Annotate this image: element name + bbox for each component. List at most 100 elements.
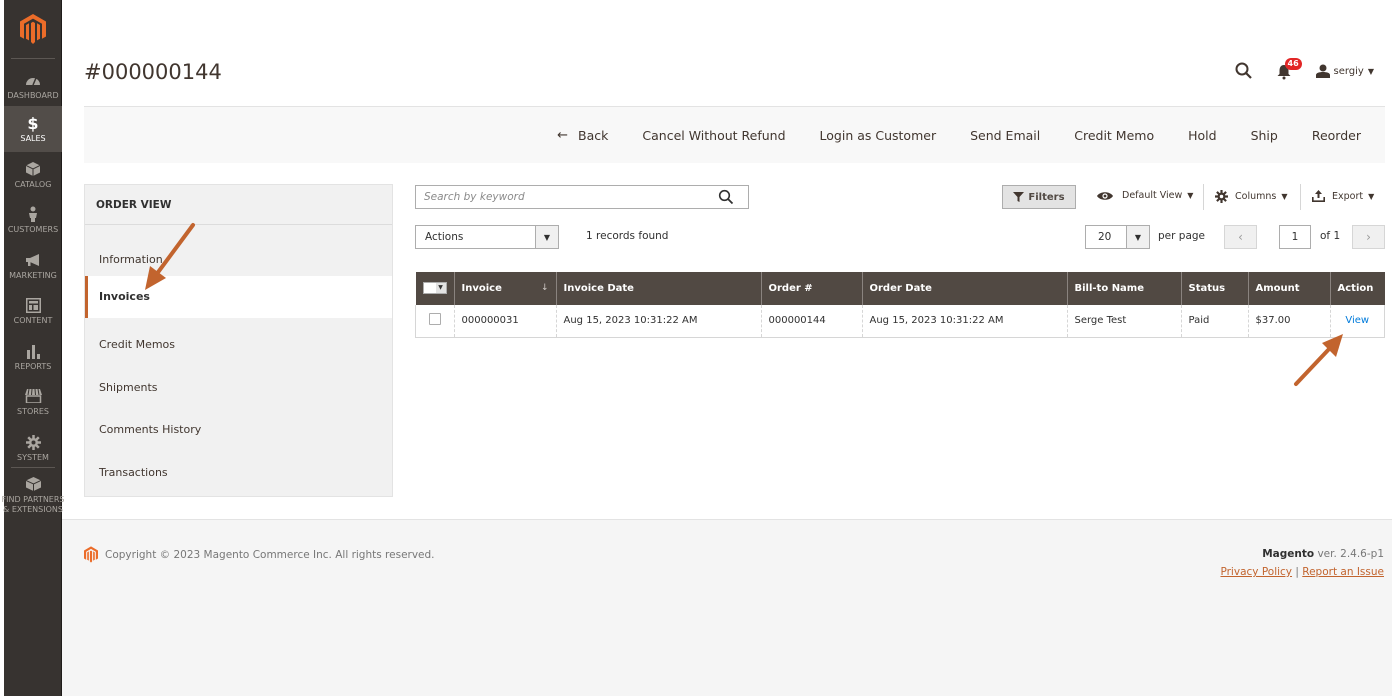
notifications-button[interactable]: 46 xyxy=(1276,58,1302,81)
per-page-select[interactable]: 20 ▼ xyxy=(1085,225,1150,249)
copyright: Copyright © 2023 Magento Commerce Inc. A… xyxy=(84,546,435,563)
user-icon xyxy=(1315,64,1330,78)
default-view-label: Default View xyxy=(1122,190,1183,201)
admin-sidebar: DASHBOARD $ SALES CATALOG CUSTOMERS MARK… xyxy=(2,0,65,696)
chevron-down-icon: ▼ xyxy=(1367,66,1374,76)
nav-item-catalog[interactable]: CATALOG xyxy=(4,152,62,198)
search-icon[interactable] xyxy=(718,189,734,205)
annotation-arrow-view xyxy=(1294,334,1343,386)
tab-comments-history[interactable]: Comments History xyxy=(85,409,392,451)
reorder-button[interactable]: Reorder xyxy=(1312,128,1361,143)
ship-button[interactable]: Ship xyxy=(1251,128,1278,143)
cell-bill-to-name: Serge Test xyxy=(1066,305,1181,338)
cell-order-date: Aug 15, 2023 10:31:22 AM xyxy=(861,305,1067,338)
nav-label: MARKETING xyxy=(9,271,57,280)
export-dropdown[interactable]: Export ▼ xyxy=(1312,190,1374,202)
records-found: 1 records found xyxy=(586,230,669,242)
chevron-down-icon: ▼ xyxy=(435,282,446,293)
tab-shipments[interactable]: Shipments xyxy=(85,367,392,409)
magento-logo-icon xyxy=(20,14,46,44)
column-header-bill-to-name[interactable]: Bill-to Name xyxy=(1066,272,1181,305)
global-search-icon[interactable] xyxy=(1234,61,1254,81)
footer-links: Privacy Policy | Report an Issue xyxy=(1220,566,1384,578)
tab-information[interactable]: Information xyxy=(85,239,392,281)
default-view-dropdown[interactable]: Default View ▼ xyxy=(1097,190,1193,201)
back-label: Back xyxy=(578,127,609,143)
layout-icon xyxy=(25,297,41,313)
dashboard-gauge-icon xyxy=(26,77,40,86)
actions-label: Actions xyxy=(425,231,464,243)
nav-separator xyxy=(11,58,55,59)
cell-status: Paid xyxy=(1180,305,1248,338)
eye-icon xyxy=(1097,191,1113,200)
hold-button[interactable]: Hold xyxy=(1188,128,1216,143)
gear-icon xyxy=(25,434,41,450)
magento-logo[interactable] xyxy=(4,14,62,46)
nav-item-sales[interactable]: $ SALES xyxy=(4,106,62,152)
nav-item-system[interactable]: SYSTEM xyxy=(4,425,62,471)
tab-invoices[interactable]: Invoices xyxy=(85,276,392,318)
column-header-invoice-date[interactable]: Invoice Date xyxy=(555,272,761,305)
login-as-customer-button[interactable]: Login as Customer xyxy=(820,128,937,143)
back-button[interactable]: ← Back xyxy=(557,128,608,143)
send-email-button[interactable]: Send Email xyxy=(970,128,1040,143)
grid-header-row: ▼ Invoice ↓ Invoice Date Order # Order Da… xyxy=(415,272,1385,305)
username: sergiy xyxy=(1333,65,1364,77)
row-checkbox[interactable] xyxy=(428,313,441,326)
column-label: Invoice xyxy=(461,283,502,294)
keyword-search-input[interactable]: Search by keyword xyxy=(415,185,749,209)
version-info: Magento ver. 2.4.6-p1 xyxy=(1262,548,1384,560)
chevron-down-icon: ▼ xyxy=(1126,226,1149,248)
page-footer: Copyright © 2023 Magento Commerce Inc. A… xyxy=(62,519,1392,696)
nav-label: CUSTOMERS xyxy=(7,225,59,234)
tab-transactions[interactable]: Transactions xyxy=(85,452,392,494)
row-select-cell xyxy=(415,305,454,338)
user-menu[interactable]: sergiy ▼ xyxy=(1315,64,1374,78)
filters-button[interactable]: Filters xyxy=(1002,185,1076,209)
credit-memo-button[interactable]: Credit Memo xyxy=(1074,128,1154,143)
table-row[interactable]: 000000031 Aug 15, 2023 10:31:22 AM 00000… xyxy=(415,305,1385,338)
column-header-status[interactable]: Status xyxy=(1180,272,1248,305)
nav-item-customers[interactable]: CUSTOMERS xyxy=(4,197,62,243)
nav-item-stores[interactable]: STORES xyxy=(4,379,62,425)
cancel-without-refund-button[interactable]: Cancel Without Refund xyxy=(642,128,785,143)
mass-select-header[interactable]: ▼ xyxy=(415,272,454,305)
columns-dropdown[interactable]: Columns ▼ xyxy=(1215,190,1288,203)
cell-invoice: 000000031 xyxy=(453,305,556,338)
nav-item-find-partners[interactable]: FIND PARTNERS & EXTENSIONS xyxy=(2,472,65,518)
tab-credit-memos[interactable]: Credit Memos xyxy=(85,324,392,366)
next-page-button[interactable]: › xyxy=(1352,225,1385,249)
nav-label: SYSTEM xyxy=(17,453,49,462)
nav-label: SALES xyxy=(20,134,46,143)
total-pages: of 1 xyxy=(1320,230,1341,242)
copyright-text: Copyright © 2023 Magento Commerce Inc. A… xyxy=(105,548,435,561)
mass-select-checkbox[interactable]: ▼ xyxy=(422,281,447,294)
mass-actions-select[interactable]: Actions ▼ xyxy=(415,225,559,249)
nav-label: REPORTS xyxy=(14,362,52,371)
previous-page-button[interactable]: ‹ xyxy=(1224,225,1257,249)
report-issue-link[interactable]: Report an Issue xyxy=(1302,566,1384,578)
sort-arrow-icon: ↓ xyxy=(540,283,549,293)
storefront-icon xyxy=(24,389,42,403)
megaphone-icon xyxy=(26,254,39,266)
brand-name: Magento xyxy=(1262,548,1315,560)
nav-separator xyxy=(11,467,55,468)
nav-item-reports[interactable]: REPORTS xyxy=(4,334,62,380)
link-separator: | xyxy=(1295,566,1299,578)
current-page-input[interactable]: 1 xyxy=(1279,225,1311,249)
order-view-tabs: ORDER VIEW Information Invoices Credit M… xyxy=(84,184,393,497)
column-header-order-number[interactable]: Order # xyxy=(760,272,862,305)
nav-label: DASHBOARD xyxy=(7,91,59,100)
chevron-down-icon: ▼ xyxy=(1281,192,1288,201)
nav-item-marketing[interactable]: MARKETING xyxy=(4,243,62,289)
search-placeholder: Search by keyword xyxy=(424,191,525,203)
nav-item-content[interactable]: CONTENT xyxy=(4,288,62,334)
nav-item-dashboard[interactable]: DASHBOARD xyxy=(4,63,62,109)
column-header-order-date[interactable]: Order Date xyxy=(861,272,1067,305)
dollar-icon: $ xyxy=(27,113,39,133)
column-header-invoice[interactable]: Invoice ↓ xyxy=(453,272,556,305)
view-invoice-link[interactable]: View xyxy=(1345,315,1369,326)
privacy-policy-link[interactable]: Privacy Policy xyxy=(1220,566,1292,578)
bar-chart-icon xyxy=(26,344,40,359)
column-header-amount[interactable]: Amount xyxy=(1247,272,1330,305)
